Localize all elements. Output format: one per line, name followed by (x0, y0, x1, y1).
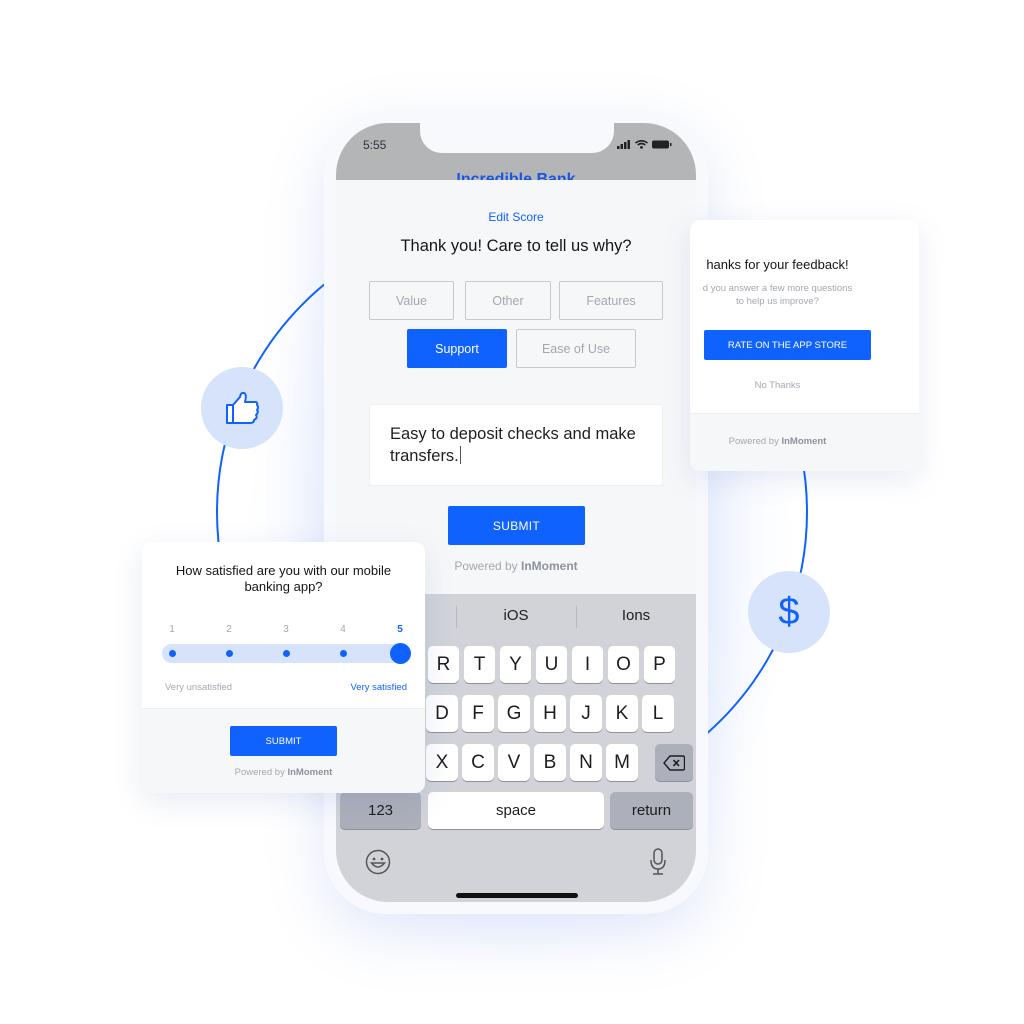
key-t[interactable]: T (464, 646, 495, 683)
thanks-title: hanks for your feedback! (706, 257, 849, 272)
edit-score-link[interactable]: Edit Score (336, 210, 696, 224)
slider-knob[interactable] (389, 643, 411, 664)
powered-by: Powered by InMoment (234, 767, 333, 778)
chip-value[interactable]: Value (369, 281, 454, 320)
thanks-card-footer: Powered by InMoment (690, 413, 919, 471)
key-j[interactable]: J (570, 695, 602, 732)
home-indicator (456, 893, 578, 898)
no-thanks-link[interactable]: No Thanks (690, 380, 865, 391)
low-label: Very unsatisfied (165, 682, 233, 693)
wifi-icon (635, 140, 648, 149)
thumbs-up-badge (201, 367, 283, 449)
microphone-icon[interactable] (649, 848, 667, 876)
key-space[interactable]: space (428, 792, 604, 829)
scale-dot[interactable] (282, 650, 290, 657)
key-y[interactable]: Y (500, 646, 531, 683)
key-d[interactable]: D (426, 695, 458, 732)
status-time: 5:55 (363, 138, 387, 152)
key-v[interactable]: V (498, 744, 530, 781)
key-x[interactable]: X (426, 744, 458, 781)
rating-slider[interactable] (162, 643, 411, 664)
feedback-textarea[interactable]: Easy to deposit checks and make transfer… (369, 404, 663, 486)
brand-name: InMoment (781, 436, 827, 447)
key-r[interactable]: R (428, 646, 459, 683)
battery-icon (652, 140, 672, 149)
key-backspace[interactable] (655, 744, 693, 781)
scale-number[interactable]: 2 (219, 624, 239, 635)
chip-support[interactable]: Support (407, 329, 507, 368)
phone-mockup: 5:55 Incredible Bank Edit Score Thank yo… (324, 111, 708, 914)
key-123[interactable]: 123 (340, 792, 421, 829)
key-p[interactable]: P (644, 646, 675, 683)
rating-card-footer: SUBMIT Powered by InMoment (142, 708, 425, 793)
scale-number[interactable]: 4 (333, 624, 353, 635)
suggestion-ios[interactable]: iOS (456, 607, 576, 624)
scale-number[interactable]: 1 (162, 624, 182, 635)
text-caret (459, 446, 461, 464)
rating-question: How satisfied are you with our mobile ba… (175, 563, 392, 594)
chip-other[interactable]: Other (465, 281, 551, 320)
chip-features[interactable]: Features (559, 281, 663, 320)
scale-number[interactable]: 3 (276, 624, 296, 635)
scale-dot[interactable] (339, 650, 347, 657)
key-g[interactable]: G (498, 695, 530, 732)
scale-number[interactable]: 5 (390, 624, 410, 635)
thanks-card: hanks for your feedback! d you answer a … (690, 220, 919, 471)
dollar-badge: $ (748, 571, 830, 653)
key-f[interactable]: F (462, 695, 494, 732)
dollar-icon: $ (778, 590, 800, 633)
rate-app-store-button[interactable]: RATE ON THE APP STORE (704, 330, 871, 360)
rating-card: How satisfied are you with our mobile ba… (142, 542, 425, 793)
key-o[interactable]: O (608, 646, 639, 683)
rating-submit-button[interactable]: SUBMIT (230, 726, 337, 756)
chip-ease-of-use[interactable]: Ease of Use (516, 329, 636, 368)
key-return[interactable]: return (610, 792, 693, 829)
emoji-icon[interactable] (365, 849, 391, 875)
survey-question: Thank you! Care to tell us why? (400, 237, 632, 255)
suggestion-ions[interactable]: Ions (576, 607, 696, 624)
key-u[interactable]: U (536, 646, 567, 683)
app-title: Incredible Bank (456, 171, 576, 180)
brand-name: InMoment (287, 767, 333, 778)
key-m[interactable]: M (606, 744, 638, 781)
key-k[interactable]: K (606, 695, 638, 732)
notch (420, 123, 614, 153)
status-bar: 5:55 Incredible Bank (336, 123, 696, 180)
backspace-icon (663, 754, 685, 771)
submit-button[interactable]: SUBMIT (448, 506, 585, 545)
key-l[interactable]: L (642, 695, 674, 732)
scale-dot[interactable] (168, 650, 176, 657)
key-h[interactable]: H (534, 695, 566, 732)
powered-by: Powered by InMoment (728, 436, 827, 447)
feedback-text: Easy to deposit checks and make transfer… (390, 425, 636, 465)
scale-dot[interactable] (225, 650, 233, 657)
signal-icon (617, 140, 630, 149)
key-c[interactable]: C (462, 744, 494, 781)
thumbs-up-icon (226, 391, 259, 424)
thanks-subtitle: d you answer a few more questions to help… (702, 283, 853, 307)
key-n[interactable]: N (570, 744, 602, 781)
key-b[interactable]: B (534, 744, 566, 781)
brand-name: InMoment (521, 559, 578, 573)
high-label: Very satisfied (350, 682, 408, 693)
key-i[interactable]: I (572, 646, 603, 683)
